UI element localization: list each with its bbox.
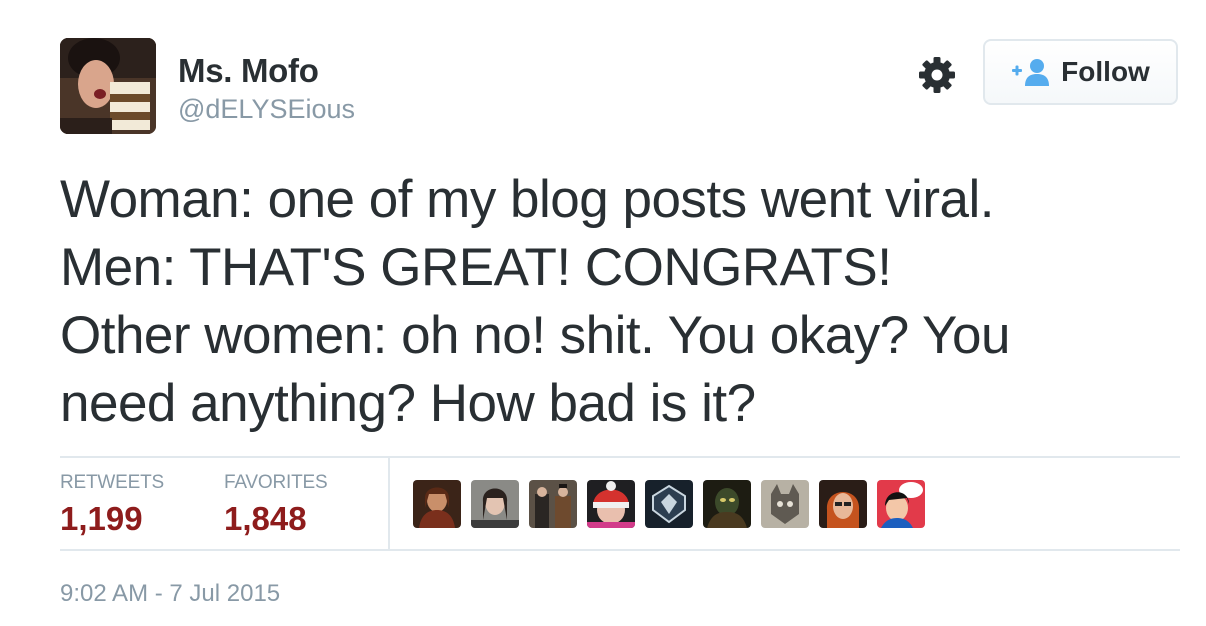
favoriter-avatar[interactable]	[645, 480, 693, 528]
author-handle[interactable]: @dELYSEious	[178, 94, 355, 125]
tweet-text-line: Woman: one of my blog posts went viral.	[60, 170, 994, 229]
favoriter-avatar[interactable]	[529, 480, 577, 528]
follow-button[interactable]: Follow	[983, 39, 1178, 105]
gear-icon[interactable]	[917, 55, 957, 95]
tweet-timestamp[interactable]: 9:02 AM - 7 Jul 2015	[60, 580, 280, 608]
favoriter-avatar[interactable]	[587, 480, 635, 528]
favoriter-avatars	[413, 480, 925, 528]
tweet-text-line: Other women: oh no! shit. You okay? You	[60, 306, 1010, 365]
favoriter-avatar[interactable]	[703, 480, 751, 528]
tweet-text: Woman: one of my blog posts went viral. …	[60, 166, 1160, 438]
author-name[interactable]: Ms. Mofo	[178, 52, 319, 90]
favoriter-avatar[interactable]	[471, 480, 519, 528]
favorites-count: 1,848	[224, 500, 307, 537]
tweet-text-line: need anything? How bad is it?	[60, 374, 756, 433]
add-person-icon	[1011, 58, 1051, 86]
retweets-label: RETWEETS	[60, 472, 164, 493]
favoriter-avatar[interactable]	[819, 480, 867, 528]
retweets-count: 1,199	[60, 500, 143, 537]
tweet-text-line: Men: THAT'S GREAT! CONGRATS!	[60, 238, 892, 297]
follow-label: Follow	[1061, 56, 1150, 87]
author-avatar[interactable]	[60, 38, 156, 134]
tweet-card: Ms. Mofo @dELYSEious Follow Woman: one o…	[0, 0, 1206, 626]
stats-divider-bottom	[60, 549, 1180, 551]
favoriter-avatar[interactable]	[761, 480, 809, 528]
stats-separator	[388, 458, 390, 549]
favorites-label: FAVORITES	[224, 472, 328, 493]
stats-divider-top	[60, 456, 1180, 458]
favorites-stat[interactable]: FAVORITES 1,848	[224, 472, 328, 538]
retweets-stat[interactable]: RETWEETS 1,199	[60, 472, 164, 538]
favoriter-avatar[interactable]	[413, 480, 461, 528]
favoriter-avatar[interactable]	[877, 480, 925, 528]
